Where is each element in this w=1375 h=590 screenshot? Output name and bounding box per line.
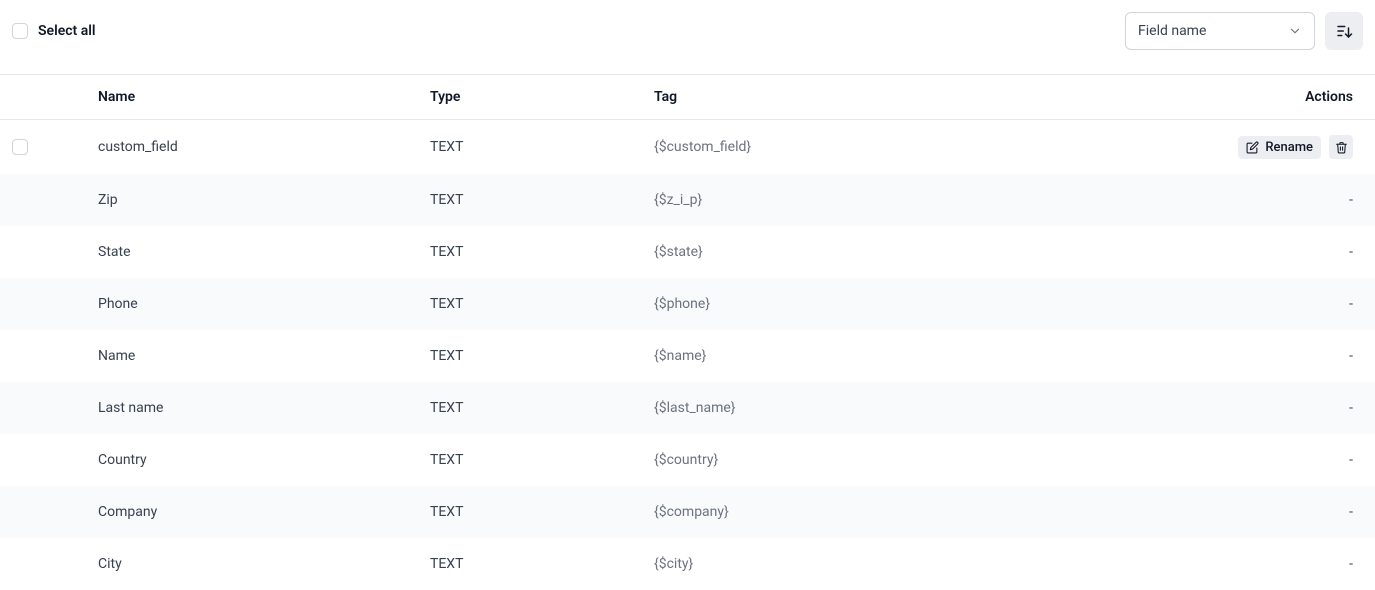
table-row: PhoneTEXT{$phone} - bbox=[0, 278, 1375, 330]
cell-tag: {$country} bbox=[654, 452, 1028, 468]
cell-type: TEXT bbox=[430, 348, 654, 364]
actions-placeholder: - bbox=[1349, 244, 1353, 260]
column-header-tag: Tag bbox=[654, 89, 1028, 105]
cell-actions: - bbox=[1028, 400, 1375, 416]
cell-name: Name bbox=[98, 348, 430, 364]
actions-placeholder: - bbox=[1349, 348, 1353, 364]
cell-actions: - bbox=[1028, 504, 1375, 520]
cell-type: TEXT bbox=[430, 452, 654, 468]
cell-actions: - bbox=[1028, 556, 1375, 572]
cell-name: State bbox=[98, 244, 430, 260]
edit-icon bbox=[1246, 141, 1259, 154]
select-all-label: Select all bbox=[38, 23, 96, 39]
actions-placeholder: - bbox=[1349, 556, 1353, 572]
toolbar: Select all Field name bbox=[0, 0, 1375, 74]
table-row: CityTEXT{$city} - bbox=[0, 538, 1375, 590]
cell-tag: {$custom_field} bbox=[654, 139, 1028, 155]
sort-by-value: Field name bbox=[1138, 23, 1206, 39]
cell-type: TEXT bbox=[430, 400, 654, 416]
rename-button[interactable]: Rename bbox=[1238, 136, 1321, 159]
table-row: custom_fieldTEXT{$custom_field} Rename bbox=[0, 120, 1375, 174]
cell-actions: - bbox=[1028, 296, 1375, 312]
cell-tag: {$company} bbox=[654, 504, 1028, 520]
cell-type: TEXT bbox=[430, 192, 654, 208]
toolbar-left: Select all bbox=[12, 23, 96, 39]
cell-tag: {$city} bbox=[654, 556, 1028, 572]
cell-tag: {$last_name} bbox=[654, 400, 1028, 416]
cell-type: TEXT bbox=[430, 244, 654, 260]
actions-placeholder: - bbox=[1349, 400, 1353, 416]
table-row: CompanyTEXT{$company} - bbox=[0, 486, 1375, 538]
action-buttons: Rename bbox=[1028, 135, 1353, 159]
cell-type: TEXT bbox=[430, 556, 654, 572]
cell-name: Company bbox=[98, 504, 430, 520]
cell-name: City bbox=[98, 556, 430, 572]
table-row: NameTEXT{$name} - bbox=[0, 330, 1375, 382]
actions-placeholder: - bbox=[1349, 192, 1353, 208]
cell-name: Last name bbox=[98, 400, 430, 416]
actions-placeholder: - bbox=[1349, 296, 1353, 312]
cell-name: Country bbox=[98, 452, 430, 468]
cell-checkbox bbox=[0, 139, 98, 155]
rename-label: Rename bbox=[1265, 140, 1313, 155]
chevron-down-icon bbox=[1288, 24, 1302, 38]
column-header-actions: Actions bbox=[1028, 89, 1375, 105]
actions-placeholder: - bbox=[1349, 504, 1353, 520]
delete-button[interactable] bbox=[1329, 135, 1353, 159]
column-header-type: Type bbox=[430, 89, 654, 105]
sort-descending-icon bbox=[1335, 22, 1353, 40]
table-header: Name Type Tag Actions bbox=[0, 74, 1375, 120]
cell-tag: {$state} bbox=[654, 244, 1028, 260]
trash-icon bbox=[1335, 141, 1348, 154]
select-all-checkbox[interactable] bbox=[12, 23, 28, 39]
sort-by-select[interactable]: Field name bbox=[1125, 12, 1315, 50]
row-checkbox[interactable] bbox=[12, 139, 28, 155]
table-row: StateTEXT{$state} - bbox=[0, 226, 1375, 278]
actions-placeholder: - bbox=[1349, 452, 1353, 468]
table-row: Last nameTEXT{$last_name} - bbox=[0, 382, 1375, 434]
sort-direction-button[interactable] bbox=[1325, 12, 1363, 50]
cell-actions: - bbox=[1028, 192, 1375, 208]
cell-tag: {$phone} bbox=[654, 296, 1028, 312]
toolbar-right: Field name bbox=[1125, 12, 1363, 50]
cell-actions: Rename bbox=[1028, 135, 1375, 159]
cell-type: TEXT bbox=[430, 296, 654, 312]
cell-name: custom_field bbox=[98, 139, 430, 155]
cell-tag: {$name} bbox=[654, 348, 1028, 364]
cell-name: Zip bbox=[98, 192, 430, 208]
table-row: ZipTEXT{$z_i_p} - bbox=[0, 174, 1375, 226]
cell-actions: - bbox=[1028, 348, 1375, 364]
table-row: CountryTEXT{$country} - bbox=[0, 434, 1375, 486]
column-header-name: Name bbox=[98, 89, 430, 105]
cell-actions: - bbox=[1028, 244, 1375, 260]
cell-type: TEXT bbox=[430, 504, 654, 520]
table-body: custom_fieldTEXT{$custom_field}RenameZip… bbox=[0, 120, 1375, 590]
cell-name: Phone bbox=[98, 296, 430, 312]
cell-type: TEXT bbox=[430, 139, 654, 155]
cell-actions: - bbox=[1028, 452, 1375, 468]
cell-tag: {$z_i_p} bbox=[654, 192, 1028, 208]
